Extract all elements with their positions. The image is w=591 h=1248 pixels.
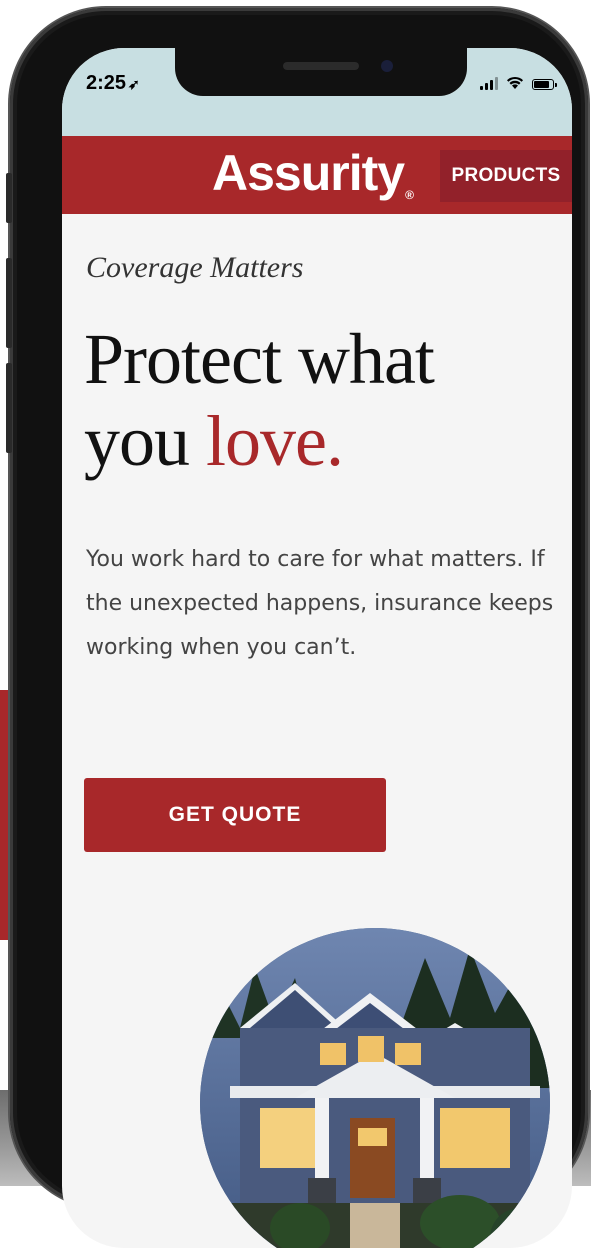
phone-screen: 2:25 ➶ Assurity® PRODUCTS Coverage Matte…	[62, 48, 572, 1248]
side-button-volume-down	[6, 363, 12, 453]
get-quote-button[interactable]: GET QUOTE	[84, 778, 386, 852]
earpiece-speaker	[283, 62, 359, 70]
side-button-mute	[6, 173, 12, 223]
phone-frame: 2:25 ➶ Assurity® PRODUCTS Coverage Matte…	[6, 8, 588, 1248]
house-photo	[200, 928, 550, 1248]
status-icons	[480, 76, 557, 90]
hero-eyebrow: Coverage Matters	[86, 251, 304, 284]
registered-mark: ®	[405, 188, 414, 202]
wifi-icon	[507, 76, 523, 89]
headline-line-2: you love.	[84, 400, 434, 482]
house-illustration	[200, 928, 550, 1248]
front-camera	[381, 60, 393, 72]
status-time: 2:25 ➶	[86, 72, 140, 95]
products-menu-button[interactable]: PRODUCTS	[440, 150, 572, 202]
logo-text: Assurity	[212, 145, 405, 201]
headline-accent: love.	[206, 401, 344, 481]
status-time-label: 2:25	[86, 72, 127, 94]
camera-notch	[175, 48, 467, 96]
cellular-signal-icon	[480, 76, 498, 90]
headline-line-1: Protect what	[84, 319, 435, 399]
battery-icon	[532, 79, 557, 90]
hero-body-text: You work hard to care for what matters. …	[86, 547, 554, 660]
side-button-volume-up	[6, 258, 12, 348]
assurity-logo[interactable]: Assurity®	[212, 144, 414, 202]
site-header: Assurity® PRODUCTS	[62, 136, 572, 214]
hero-headline: Protect what you love.	[84, 318, 435, 482]
headline-prefix: you	[84, 401, 206, 481]
location-arrow-icon: ➶	[128, 76, 140, 92]
